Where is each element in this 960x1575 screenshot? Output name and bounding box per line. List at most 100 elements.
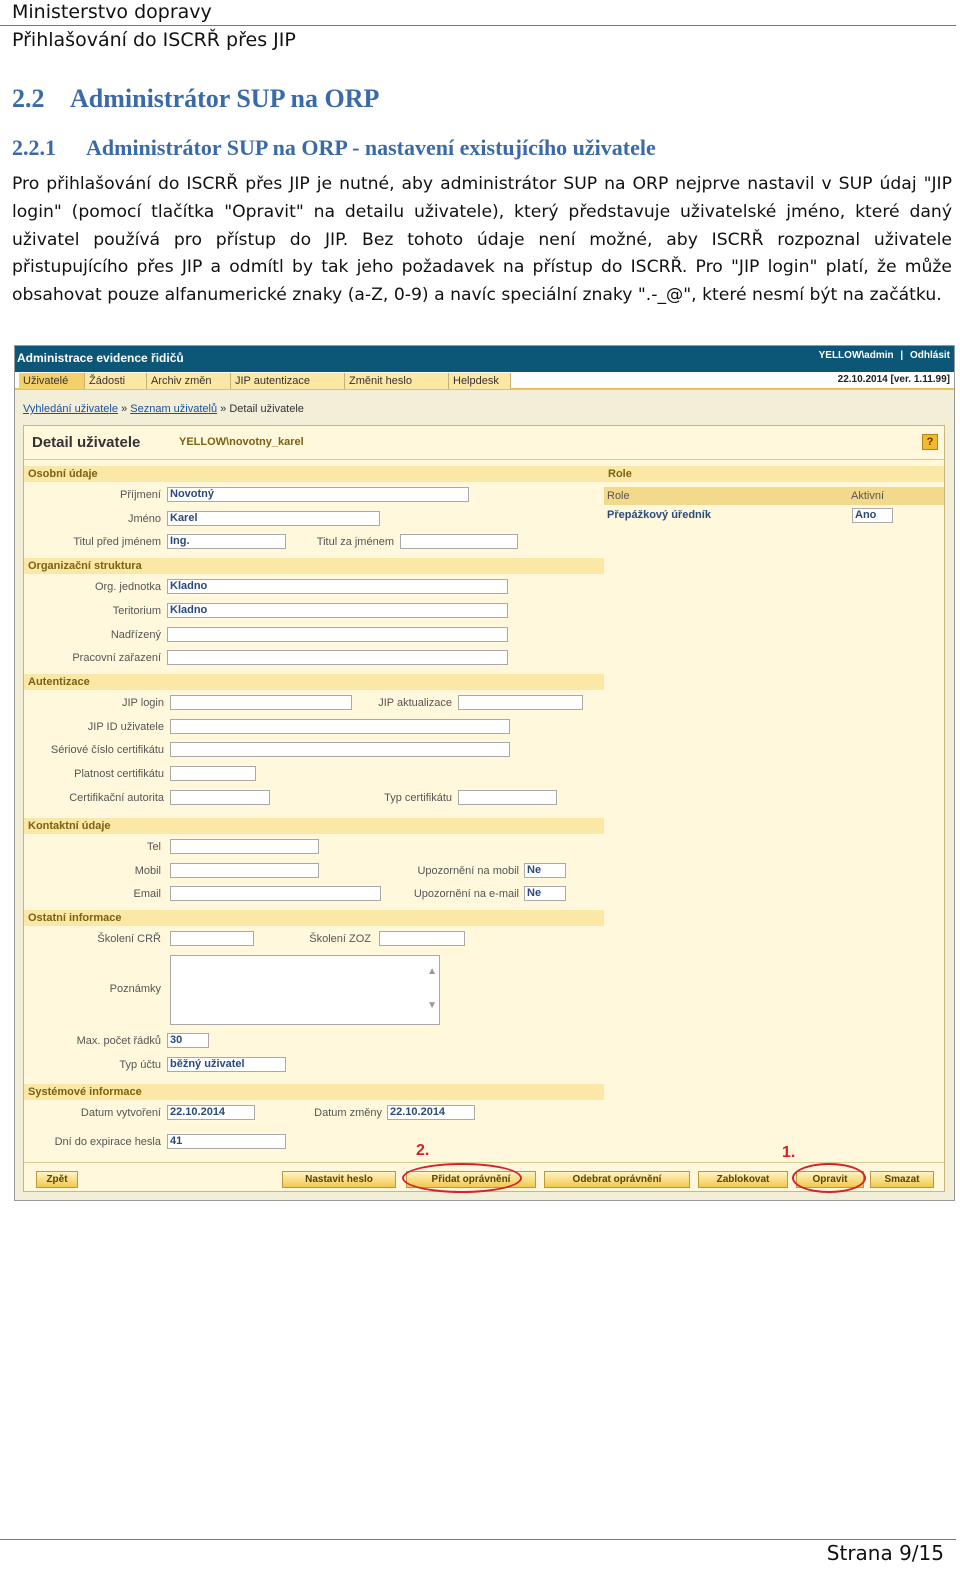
breadcrumb-sep: » xyxy=(220,403,227,415)
scroll-up-icon[interactable]: ▲ xyxy=(427,966,437,977)
section-contact: Kontaktní údaje xyxy=(24,818,604,834)
label-title-before: Titul před jménem xyxy=(73,536,161,548)
label-training-crr: Školení CRŘ xyxy=(97,933,161,945)
label-created: Datum vytvoření xyxy=(80,1107,161,1119)
cert-validity-field[interactable] xyxy=(170,766,256,781)
training-zoz-field[interactable] xyxy=(379,931,465,946)
title-after-field[interactable] xyxy=(400,534,518,549)
back-button[interactable]: Zpět xyxy=(36,1171,78,1188)
cert-type-field[interactable] xyxy=(458,790,557,805)
panel-divider xyxy=(24,459,944,460)
name-field[interactable]: Karel xyxy=(167,511,380,526)
menu-change-password[interactable]: Změnit heslo xyxy=(345,373,449,389)
set-password-button[interactable]: Nastavit heslo xyxy=(282,1171,396,1188)
app-screenshot: Administrace evidence řidičů YELLOW\admi… xyxy=(14,345,955,1201)
label-cert-serial: Sériové číslo certifikátu xyxy=(50,744,164,756)
app-titlebar: Administrace evidence řidičů YELLOW\admi… xyxy=(15,346,954,372)
logout-link[interactable]: Odhlásit xyxy=(910,350,950,361)
menu-helpdesk[interactable]: Helpdesk xyxy=(449,373,511,389)
user-separator: | xyxy=(900,350,904,361)
label-superior: Nadřízený xyxy=(110,629,161,641)
role-active-field[interactable]: Ano xyxy=(852,508,893,523)
label-cert-type: Typ certifikátu xyxy=(384,792,452,804)
email-field[interactable] xyxy=(170,886,381,901)
notes-textarea[interactable]: ▲ ▼ xyxy=(170,955,440,1025)
header-divider xyxy=(0,25,956,26)
breadcrumb: Vyhledání uživatele » Seznam uživatelů »… xyxy=(23,403,304,415)
label-mobile: Mobil xyxy=(134,865,161,877)
body-paragraph: Pro přihlašování do ISCRŘ přes JIP je nu… xyxy=(12,174,952,306)
label-notify-mobile: Upozornění na mobil xyxy=(417,865,519,877)
mobile-field[interactable] xyxy=(170,863,319,878)
title-before-field[interactable]: Ing. xyxy=(167,534,286,549)
current-user: YELLOW\admin xyxy=(818,350,894,361)
app-date: 22.10.2014 xyxy=(837,374,888,385)
user-detail-panel: Detail uživatele YELLOW\novotny_karel ? … xyxy=(23,425,945,1193)
created-field[interactable]: 22.10.2014 xyxy=(167,1105,255,1120)
subsection-heading: 2.2.1 Administrátor SUP na ORP - nastaven… xyxy=(12,135,656,161)
section-role: Role xyxy=(604,466,944,482)
delete-button[interactable]: Smazat xyxy=(870,1171,934,1188)
jip-update-field[interactable] xyxy=(458,695,583,710)
section-personal: Osobní údaje xyxy=(24,466,604,482)
section-system: Systémové informace xyxy=(24,1084,604,1100)
label-territory: Teritorium xyxy=(112,605,161,617)
menu-users[interactable]: Uživatelé xyxy=(19,373,85,389)
remove-permission-button[interactable]: Odebrat oprávnění xyxy=(544,1171,690,1188)
user-area: YELLOW\admin | Odhlásit xyxy=(819,350,950,361)
page-number: Strana 9/15 xyxy=(826,1541,944,1565)
section-auth: Autentizace xyxy=(24,674,604,690)
label-email: Email xyxy=(133,888,161,900)
subsection-title: Administrátor SUP na ORP - nastavení exi… xyxy=(86,135,656,160)
help-icon[interactable]: ? xyxy=(922,434,938,450)
account-type-field[interactable]: běžný uživatel xyxy=(167,1057,286,1072)
label-changed: Datum změny xyxy=(314,1107,382,1119)
date-version: 22.10.2014 [ver. 1.11.99] xyxy=(838,374,950,385)
col-role: Role xyxy=(607,490,630,502)
jip-id-field[interactable] xyxy=(170,719,510,734)
section-number: 2.2 xyxy=(12,84,45,113)
app-title: Administrace evidence řidičů xyxy=(17,351,184,365)
scroll-down-icon[interactable]: ▼ xyxy=(427,1000,437,1011)
surname-field[interactable]: Novotný xyxy=(167,487,469,502)
section-other: Ostatní informace xyxy=(24,910,604,926)
section-title: Administrátor SUP na ORP xyxy=(70,84,380,113)
notify-mobile-field[interactable]: Ne xyxy=(524,863,566,878)
subsection-number: 2.2.1 xyxy=(12,135,56,160)
phone-field[interactable] xyxy=(170,839,319,854)
label-phone: Tel xyxy=(146,841,161,853)
menu-requests[interactable]: Žádosti xyxy=(85,373,147,389)
territory-field[interactable]: Kladno xyxy=(167,603,508,618)
notify-email-field[interactable]: Ne xyxy=(524,886,566,901)
block-button[interactable]: Zablokovat xyxy=(698,1171,788,1188)
menu-jip-auth[interactable]: JIP autentizace xyxy=(231,373,345,389)
breadcrumb-search[interactable]: Vyhledání uživatele xyxy=(23,403,118,415)
days-expiry-field[interactable]: 41 xyxy=(167,1134,286,1149)
cert-authority-field[interactable] xyxy=(170,790,270,805)
menu-change-archive[interactable]: Archiv změn xyxy=(147,373,231,389)
changed-field[interactable]: 22.10.2014 xyxy=(387,1105,475,1120)
org-unit-field[interactable]: Kladno xyxy=(167,579,508,594)
label-notes: Poznámky xyxy=(109,983,161,995)
label-position: Pracovní zařazení xyxy=(72,652,161,664)
position-field[interactable] xyxy=(167,650,508,665)
label-org-unit: Org. jednotka xyxy=(94,581,161,593)
cert-serial-field[interactable] xyxy=(170,742,510,757)
col-active: Aktivní xyxy=(851,490,885,502)
label-notify-email: Upozornění na e-mail xyxy=(413,888,519,900)
label-surname: Příjmení xyxy=(120,489,161,501)
label-jip-update: JIP aktualizace xyxy=(378,697,452,709)
role-table-header: Role Aktivní xyxy=(604,487,944,505)
breadcrumb-current: Detail uživatele xyxy=(229,403,304,415)
training-crr-field[interactable] xyxy=(170,931,254,946)
label-cert-authority: Certifikační autorita xyxy=(69,792,164,804)
breadcrumb-list[interactable]: Seznam uživatelů xyxy=(130,403,217,415)
max-rows-field[interactable]: 30 xyxy=(167,1033,209,1048)
annotation-mark-one: 1. xyxy=(782,1144,796,1161)
superior-field[interactable] xyxy=(167,627,508,642)
table-row[interactable]: Přepážkový úředník Ano xyxy=(604,505,944,525)
label-days-expiry: Dní do expirace hesla xyxy=(54,1136,161,1148)
section-org: Organizační struktura xyxy=(24,558,604,574)
button-bar: Zpět Nastavit heslo Přidat oprávnění Ode… xyxy=(24,1162,944,1193)
label-training-zoz: Školení ZOZ xyxy=(309,933,371,945)
